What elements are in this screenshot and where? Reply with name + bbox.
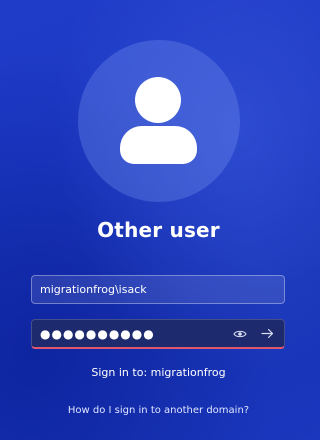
sign-in-domain-text: Sign in to: migrationfrog: [91, 366, 226, 379]
avatar-head-shape: [135, 77, 181, 123]
password-masked-value: ●●●●●●●●●●: [40, 326, 155, 341]
eye-icon[interactable]: [230, 324, 250, 344]
arrow-right-icon[interactable]: [256, 324, 278, 344]
other-domain-link[interactable]: How do I sign in to another domain?: [0, 405, 317, 416]
password-field[interactable]: ●●●●●●●●●●: [31, 319, 285, 349]
user-display-name: Other user: [97, 218, 220, 242]
username-value: migrationfrog\isack: [40, 283, 147, 296]
username-field[interactable]: migrationfrog\isack: [31, 275, 285, 304]
user-avatar: [78, 40, 240, 202]
avatar-body-shape: [120, 126, 197, 164]
